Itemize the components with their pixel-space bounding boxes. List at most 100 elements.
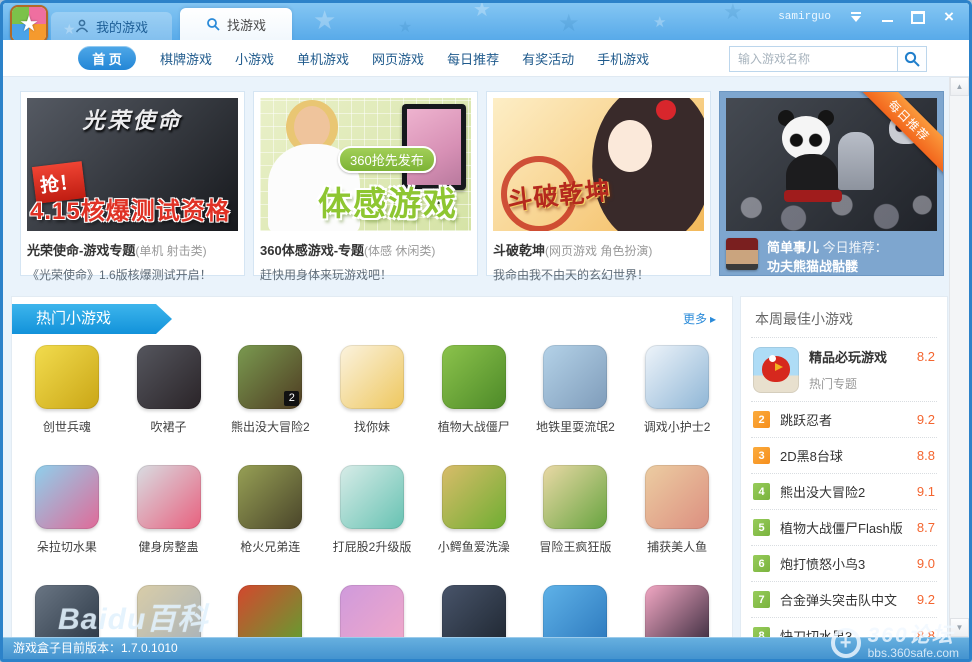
- search-button[interactable]: [897, 46, 927, 72]
- game-item[interactable]: [16, 579, 118, 645]
- close-button[interactable]: ×: [941, 10, 957, 24]
- game-icon[interactable]: [442, 465, 506, 529]
- game-item[interactable]: 打屁股2升级版: [321, 459, 423, 579]
- minimize-button[interactable]: [879, 10, 895, 24]
- banner-desc: 赶快用身体来玩游戏吧！: [260, 266, 471, 283]
- game-icon[interactable]: [340, 465, 404, 529]
- daily-pick-footer: 简单事儿 今日推荐： 功夫熊猫战骷髅: [726, 238, 937, 276]
- game-icon[interactable]: [35, 345, 99, 409]
- star-decoration: ★: [313, 5, 336, 36]
- app-logo-icon[interactable]: ★: [10, 5, 48, 40]
- game-item[interactable]: 小鳄鱼爱洗澡: [423, 459, 525, 579]
- game-title: 健身房整蛊: [118, 538, 220, 555]
- flower-decoration: [656, 100, 676, 120]
- maximize-button[interactable]: [910, 10, 926, 24]
- scroll-up-button[interactable]: ▲: [950, 77, 969, 96]
- woman-face: [294, 106, 330, 148]
- game-icon[interactable]: [137, 585, 201, 645]
- titlebar: ★ ★ ★ ★ ★ ★ ★ ★ 我的游戏 找游戏 samirguo: [3, 3, 969, 40]
- nav-item-mobile-games[interactable]: 手机游戏: [597, 49, 649, 68]
- banner-card-motion-games[interactable]: 360抢先发布 体感游戏 360体感游戏-专题(体感 休闲类) 赶快用身体来玩游…: [253, 91, 478, 276]
- banner-image: 360抢先发布 体感游戏: [260, 98, 471, 231]
- game-icon[interactable]: [442, 345, 506, 409]
- game-icon[interactable]: 2: [238, 345, 302, 409]
- recommended-game: 功夫熊猫战骷髅: [767, 257, 888, 276]
- game-icon[interactable]: [645, 465, 709, 529]
- game-item[interactable]: [219, 579, 321, 645]
- game-item[interactable]: 吹裙子: [118, 339, 220, 459]
- panda-shorts: [784, 190, 842, 202]
- game-icon[interactable]: [137, 345, 201, 409]
- game-item[interactable]: [626, 579, 728, 645]
- game-icon[interactable]: [645, 345, 709, 409]
- game-item[interactable]: 枪火兄弟连: [219, 459, 321, 579]
- game-icon[interactable]: [340, 345, 404, 409]
- game-item[interactable]: 冒险王疯狂版: [525, 459, 627, 579]
- game-icon[interactable]: [238, 585, 302, 645]
- game-item[interactable]: [525, 579, 627, 645]
- ranked-game-item[interactable]: 4 熊出没大冒险2 9.1: [741, 474, 947, 509]
- game-icon[interactable]: [340, 585, 404, 645]
- window-controls: samirguo ×: [778, 10, 957, 24]
- game-icon[interactable]: [543, 465, 607, 529]
- game-title: 调戏小护士2: [626, 418, 728, 435]
- ranked-game-item[interactable]: 2 跳跃忍者 9.2: [741, 402, 947, 437]
- featured-game-item[interactable]: 精品必玩游戏 8.2 热门专题: [741, 338, 947, 401]
- search-input[interactable]: [729, 46, 897, 72]
- game-item[interactable]: [423, 579, 525, 645]
- game-item[interactable]: 找你妹: [321, 339, 423, 459]
- game-item[interactable]: [118, 579, 220, 645]
- skin-dropdown-button[interactable]: [848, 10, 864, 24]
- game-item[interactable]: [321, 579, 423, 645]
- game-icon[interactable]: [35, 585, 99, 645]
- nav-item-daily-picks[interactable]: 每日推荐: [447, 49, 499, 68]
- game-item[interactable]: 健身房整蛊: [118, 459, 220, 579]
- search-icon: [206, 17, 220, 31]
- nav-home-button[interactable]: 首 页: [78, 46, 136, 70]
- game-item[interactable]: 植物大战僵尸: [423, 339, 525, 459]
- ranked-game-item[interactable]: 6 炮打愤怒小鸟3 9.0: [741, 546, 947, 581]
- game-name: 植物大战僵尸Flash版: [780, 518, 907, 537]
- scroll-down-button[interactable]: ▼: [950, 618, 969, 637]
- game-icon[interactable]: [543, 585, 607, 645]
- game-item[interactable]: 朵拉切水果: [16, 459, 118, 579]
- game-title: 朵拉切水果: [16, 538, 118, 555]
- game-title: 枪火兄弟连: [219, 538, 321, 555]
- game-icon[interactable]: [137, 465, 201, 529]
- game-item[interactable]: 创世兵魂: [16, 339, 118, 459]
- game-icon[interactable]: [35, 465, 99, 529]
- nav-item-pc-games[interactable]: 单机游戏: [297, 49, 349, 68]
- nav-item-web-games[interactable]: 网页游戏: [372, 49, 424, 68]
- banner-title: 360体感游戏-专题: [260, 243, 364, 258]
- game-title: 打屁股2升级版: [321, 538, 423, 555]
- banner-category: (网页游戏 角色扮演): [545, 244, 652, 258]
- vertical-scrollbar[interactable]: ▲ ▼: [949, 77, 969, 637]
- game-icon[interactable]: [442, 585, 506, 645]
- ranked-game-item[interactable]: 5 植物大战僵尸Flash版 8.7: [741, 510, 947, 545]
- nav-item-board-games[interactable]: 棋牌游戏: [160, 49, 212, 68]
- banner-card-daily-pick[interactable]: 每日推荐 简单事儿 今日推荐： 功夫熊猫战骷髅: [719, 91, 944, 276]
- tab-my-games[interactable]: 我的游戏: [51, 12, 172, 40]
- ranked-game-item[interactable]: 7 合金弹头突击队中文 9.2: [741, 582, 947, 617]
- nav-item-mini-games[interactable]: 小游戏: [235, 49, 274, 68]
- status-bar: 游戏盒子目前版本：1.7.0.1010: [3, 637, 969, 659]
- game-score: 8.2: [917, 349, 935, 364]
- game-title: 创世兵魂: [16, 418, 118, 435]
- bird-beak: [775, 363, 783, 371]
- banner-art-title: 光荣使命: [27, 103, 238, 135]
- more-link[interactable]: 更多▸: [683, 310, 716, 327]
- banner-card-doupo-qiankun[interactable]: 斗破乾坤 斗破乾坤(网页游戏 角色扮演) 我命由我不由天的玄幻世界！: [486, 91, 711, 276]
- game-item[interactable]: 2熊出没大冒险2: [219, 339, 321, 459]
- game-item[interactable]: 调戏小护士2: [626, 339, 728, 459]
- tab-find-games[interactable]: 找游戏: [180, 8, 292, 40]
- game-name: 熊出没大冒险2: [780, 482, 907, 501]
- game-item[interactable]: 地铁里耍流氓2: [525, 339, 627, 459]
- nav-item-prize-events[interactable]: 有奖活动: [522, 49, 574, 68]
- game-icon[interactable]: [543, 345, 607, 409]
- ranked-game-item[interactable]: 3 2D黑8台球 8.8: [741, 438, 947, 473]
- game-icon[interactable]: [645, 585, 709, 645]
- game-icon[interactable]: [238, 465, 302, 529]
- game-item[interactable]: 捕获美人鱼: [626, 459, 728, 579]
- banner-card-glorious-mission[interactable]: 光荣使命 抢！ 4.15核爆测试资格 光荣使命-游戏专题(单机 射击类) 《光荣…: [20, 91, 245, 276]
- recommend-label: 今日推荐：: [823, 240, 888, 255]
